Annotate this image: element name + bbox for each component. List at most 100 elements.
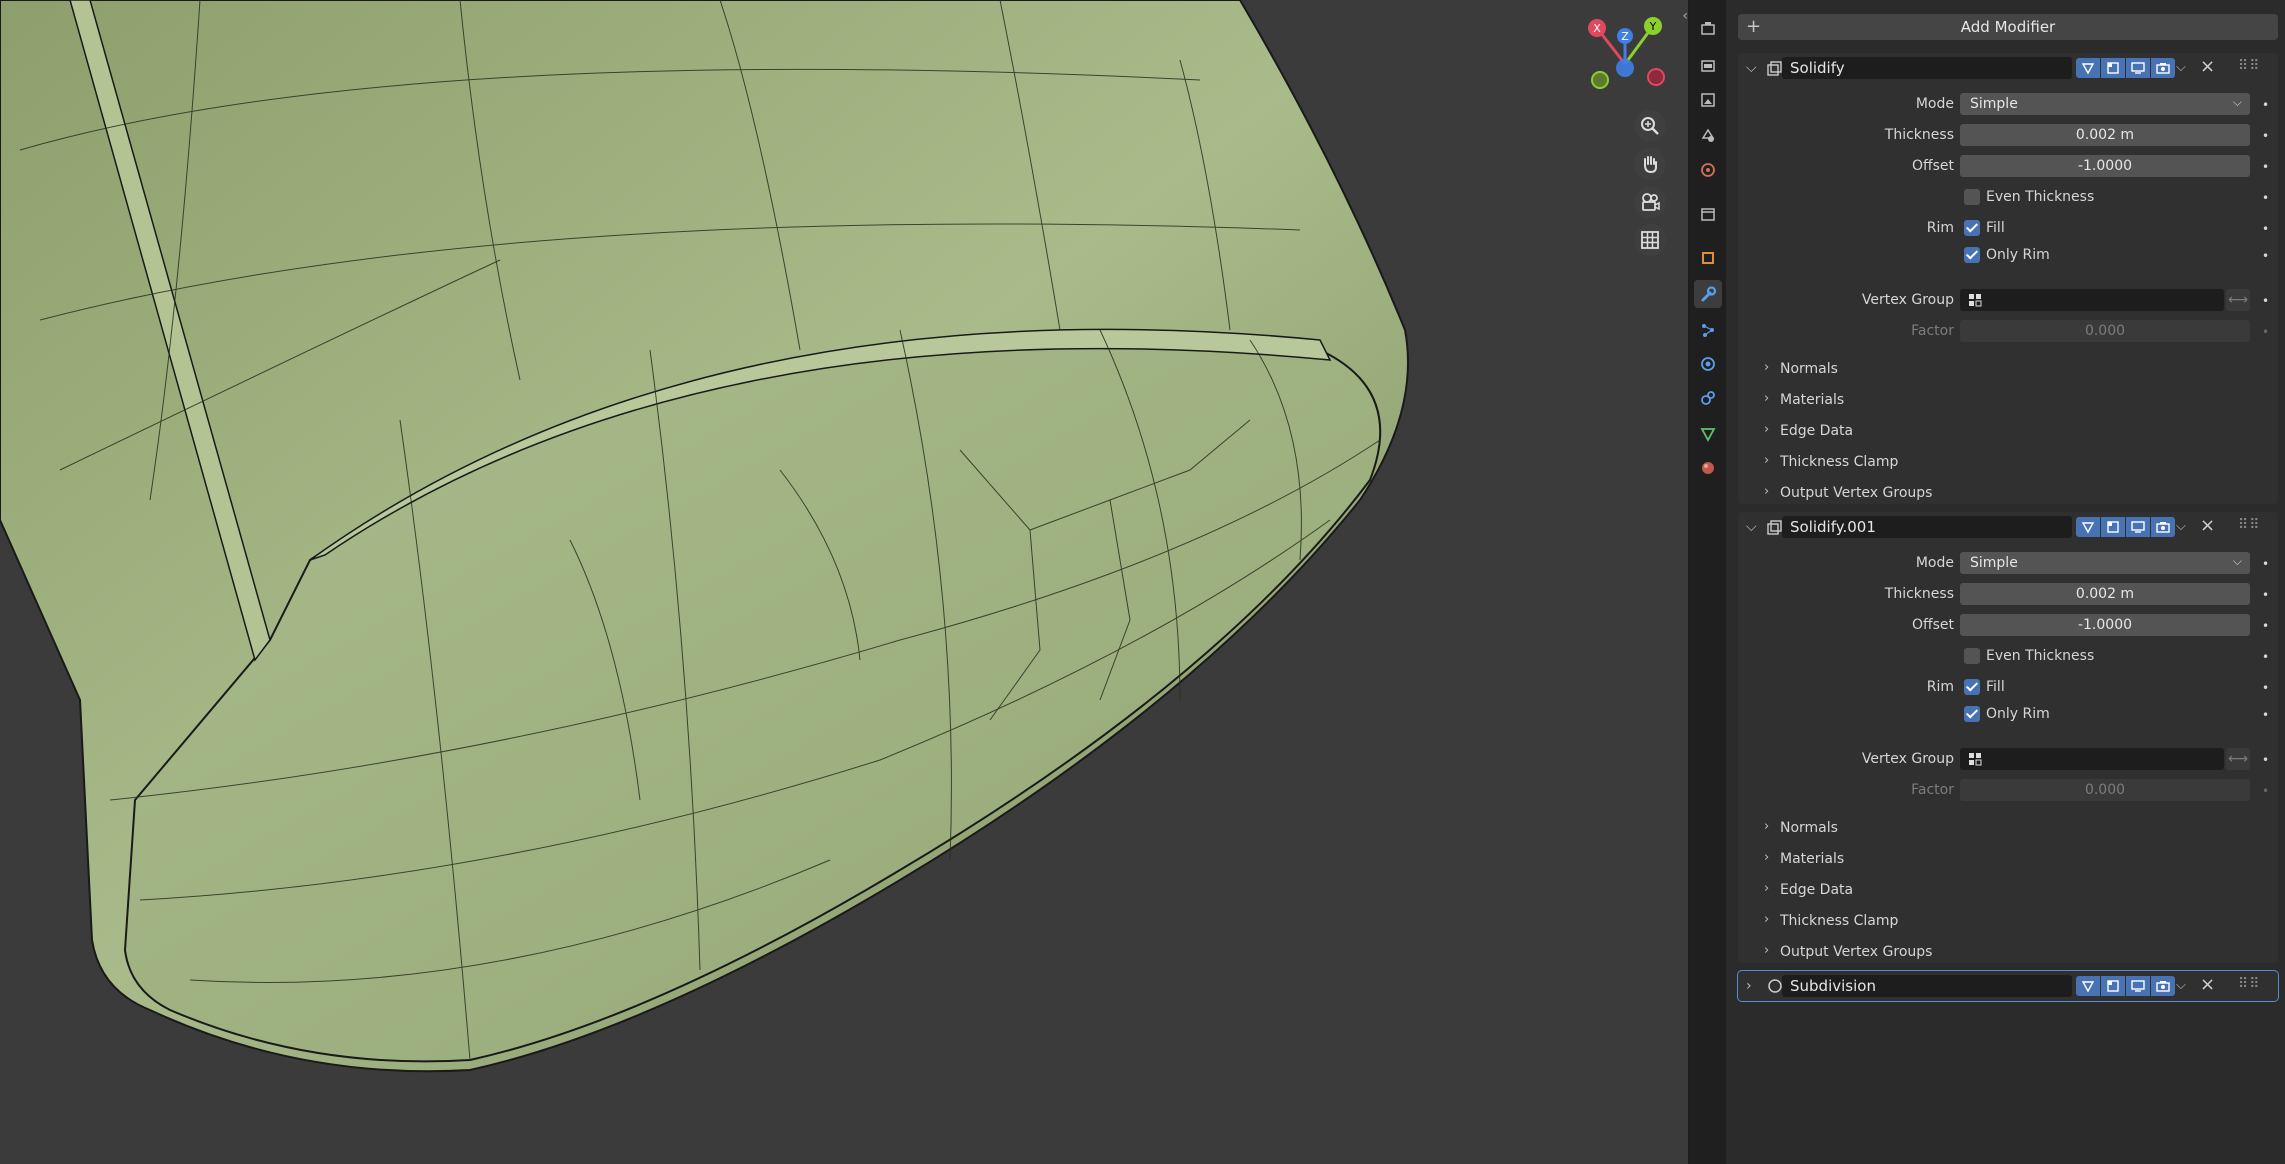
modifier-name-field[interactable]: Solidify.001	[1782, 516, 2072, 538]
keyframe-dot[interactable]: •	[2262, 325, 2269, 339]
pan-button[interactable]	[1634, 148, 1666, 180]
mesh-object[interactable]	[0, 0, 1688, 1164]
edit-mode-toggle[interactable]	[2101, 976, 2125, 996]
factor-field[interactable]: 0.000	[1960, 779, 2250, 801]
tab-world[interactable]	[1694, 200, 1722, 228]
keyframe-dot[interactable]: •	[2262, 619, 2269, 633]
modifier-menu-icon[interactable]: ⌵	[2176, 978, 2186, 993]
drag-handle-icon[interactable]: ⠿⠿	[2238, 58, 2261, 74]
viewport-toggle[interactable]	[2126, 58, 2150, 78]
keyframe-dot[interactable]: •	[2262, 294, 2269, 308]
only-rim-checkbox[interactable]	[1964, 247, 1980, 263]
camera-view-button[interactable]	[1634, 186, 1666, 218]
keyframe-dot[interactable]: •	[2262, 784, 2269, 798]
chevron-right-icon[interactable]: ›	[1746, 978, 1752, 994]
on-cage-toggle[interactable]	[2076, 517, 2100, 537]
keyframe-dot[interactable]: •	[2262, 708, 2269, 722]
subpanel-output-vertex-groups[interactable]: › Output Vertex Groups	[1738, 939, 2278, 965]
modifier-header[interactable]: ⌵ Solidify.001 ⌵ × ⠿⠿	[1738, 512, 2278, 542]
modifier-menu-icon[interactable]: ⌵	[2176, 519, 2186, 534]
viewport-toggle[interactable]	[2126, 976, 2150, 996]
keyframe-dot[interactable]: •	[2262, 222, 2269, 236]
tab-physics[interactable]	[1694, 350, 1722, 378]
subpanel-thickness-clamp[interactable]: › Thickness Clamp	[1738, 449, 2278, 475]
rim-fill-row: Rim Fill •	[1738, 676, 2278, 700]
fill-checkbox[interactable]	[1964, 679, 1980, 695]
modifier-menu-icon[interactable]: ⌵	[2176, 60, 2186, 75]
close-icon[interactable]: ×	[2200, 56, 2215, 77]
tab-scene[interactable]	[1694, 156, 1722, 184]
3d-viewport[interactable]: X Y Z ‹	[0, 0, 1688, 1164]
factor-field[interactable]: 0.000	[1960, 320, 2250, 342]
tab-render[interactable]	[1694, 52, 1722, 80]
modifier-name-field[interactable]: Solidify	[1782, 57, 2072, 79]
tab-object[interactable]	[1694, 244, 1722, 272]
render-toggle[interactable]	[2151, 58, 2175, 78]
subpanel-materials[interactable]: › Materials	[1738, 846, 2278, 872]
chevron-down-icon[interactable]: ⌵	[1746, 60, 1757, 76]
keyframe-dot[interactable]: •	[2262, 681, 2269, 695]
navigation-gizmo[interactable]: X Y Z	[1580, 14, 1670, 94]
even-thickness-checkbox[interactable]	[1964, 189, 1980, 205]
vertex-group-field[interactable]	[1960, 289, 2224, 311]
tab-view-layer[interactable]	[1694, 121, 1722, 149]
invert-vertex-group-icon[interactable]: ⟷	[2226, 748, 2250, 770]
keyframe-dot[interactable]: •	[2262, 129, 2269, 143]
keyframe-dot[interactable]: •	[2262, 160, 2269, 174]
on-cage-toggle[interactable]	[2076, 976, 2100, 996]
offset-field[interactable]: -1.0000	[1960, 155, 2250, 177]
chevron-down-icon: ⌵	[2232, 95, 2242, 109]
modifier-toggles	[2076, 517, 2175, 537]
modifier-header[interactable]: › Subdivision ⌵ × ⠿⠿	[1738, 971, 2278, 1001]
fill-checkbox[interactable]	[1964, 220, 1980, 236]
modifier-header[interactable]: ⌵ Solidify ⌵ × ⠿⠿	[1738, 53, 2278, 83]
camera-icon	[1642, 193, 1660, 211]
keyframe-dot[interactable]: •	[2262, 650, 2269, 664]
subpanel-edge-data[interactable]: › Edge Data	[1738, 877, 2278, 903]
even-thickness-checkbox[interactable]	[1964, 648, 1980, 664]
offset-field[interactable]: -1.0000	[1960, 614, 2250, 636]
viewport-toggle[interactable]	[2126, 517, 2150, 537]
tab-modifiers[interactable]	[1694, 280, 1722, 308]
thickness-field[interactable]: 0.002 m	[1960, 124, 2250, 146]
subpanel-normals[interactable]: › Normals	[1738, 815, 2278, 841]
render-toggle[interactable]	[2151, 517, 2175, 537]
keyframe-dot[interactable]: •	[2262, 191, 2269, 205]
keyframe-dot[interactable]: •	[2262, 753, 2269, 767]
subpanel-output-vertex-groups[interactable]: › Output Vertex Groups	[1738, 480, 2278, 506]
drag-handle-icon[interactable]: ⠿⠿	[2238, 976, 2261, 992]
subpanel-materials[interactable]: › Materials	[1738, 387, 2278, 413]
mode-dropdown[interactable]: Simple ⌵	[1960, 552, 2250, 574]
tab-output[interactable]	[1694, 86, 1722, 114]
mode-dropdown[interactable]: Simple ⌵	[1960, 93, 2250, 115]
subpanel-normals[interactable]: › Normals	[1738, 356, 2278, 382]
vertex-group-field[interactable]	[1960, 748, 2224, 770]
rim-label: Rim	[1926, 679, 1954, 695]
keyframe-dot[interactable]: •	[2262, 98, 2269, 112]
modifier-name-field[interactable]: Subdivision	[1782, 975, 2072, 997]
keyframe-dot[interactable]: •	[2262, 588, 2269, 602]
subpanel-edge-data[interactable]: › Edge Data	[1738, 418, 2278, 444]
tab-particles[interactable]	[1694, 316, 1722, 344]
edit-mode-toggle[interactable]	[2101, 58, 2125, 78]
tab-material[interactable]	[1694, 454, 1722, 482]
drag-handle-icon[interactable]: ⠿⠿	[2238, 517, 2261, 533]
only-rim-checkbox[interactable]	[1964, 706, 1980, 722]
edit-mode-toggle[interactable]	[2101, 517, 2125, 537]
close-icon[interactable]: ×	[2200, 974, 2215, 995]
invert-vertex-group-icon[interactable]: ⟷	[2226, 289, 2250, 311]
ortho-toggle-button[interactable]	[1634, 224, 1666, 256]
render-toggle[interactable]	[2151, 976, 2175, 996]
subpanel-thickness-clamp[interactable]: › Thickness Clamp	[1738, 908, 2278, 934]
keyframe-dot[interactable]: •	[2262, 249, 2269, 263]
tab-data[interactable]	[1694, 420, 1722, 448]
zoom-button[interactable]	[1634, 110, 1666, 142]
on-cage-toggle[interactable]	[2076, 58, 2100, 78]
chevron-down-icon[interactable]: ⌵	[1746, 519, 1757, 535]
close-icon[interactable]: ×	[2200, 515, 2215, 536]
keyframe-dot[interactable]: •	[2262, 557, 2269, 571]
thickness-field[interactable]: 0.002 m	[1960, 583, 2250, 605]
tab-tool[interactable]	[1694, 14, 1722, 42]
add-modifier-button[interactable]: + Add Modifier	[1738, 14, 2278, 40]
tab-constraints[interactable]	[1694, 384, 1722, 412]
